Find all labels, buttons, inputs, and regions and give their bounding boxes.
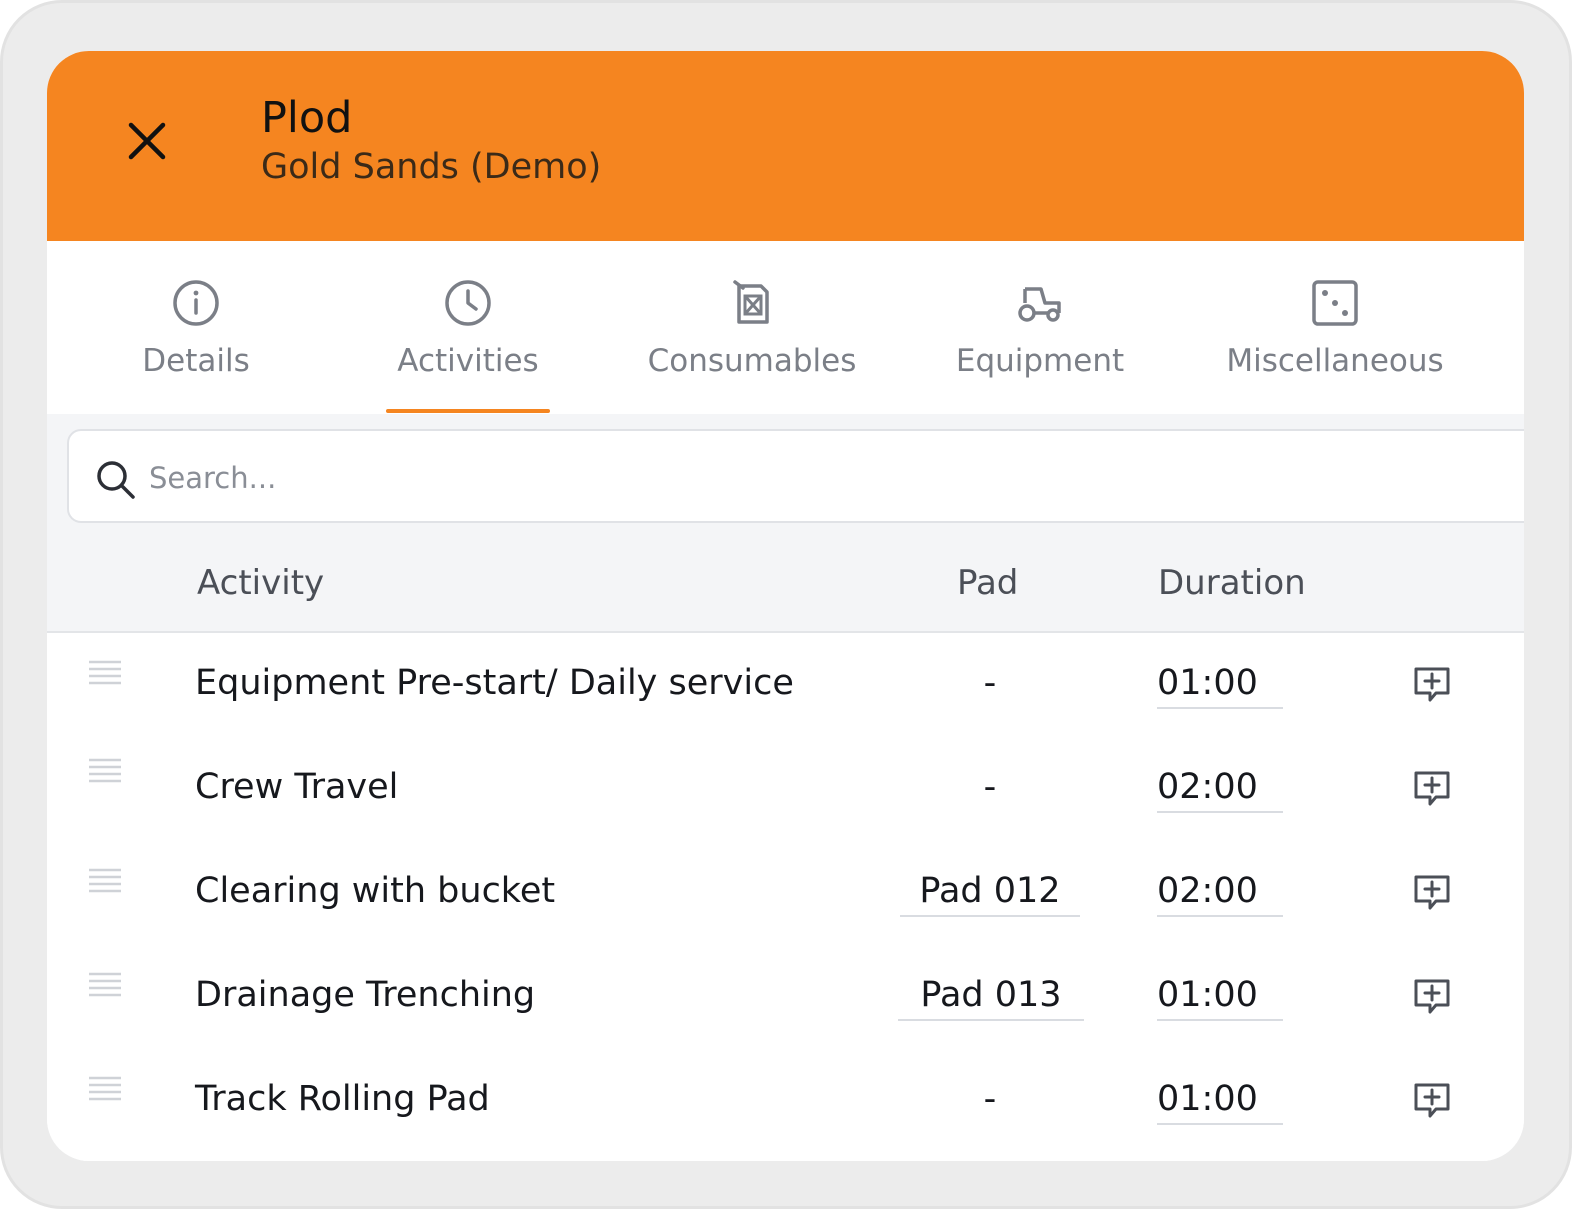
search-input[interactable] (147, 449, 1451, 507)
column-header-pad[interactable]: Pad (957, 563, 1018, 603)
search-icon (97, 461, 135, 499)
info-icon (171, 277, 221, 329)
drag-handle-icon[interactable] (87, 1075, 123, 1101)
app-header: Plod Gold Sands (Demo) (47, 51, 1524, 241)
page-title: Plod (261, 93, 353, 143)
table-header: Activity Pad Duration (47, 537, 1524, 633)
tab-label: Miscellaneous (1226, 343, 1444, 379)
activity-name: Equipment Pre-start/ Daily service (195, 663, 794, 703)
activities-panel: Activity Pad Duration Equipment Pre-star… (47, 414, 1524, 1161)
table-row[interactable]: Crew Travel - 02:00 (47, 737, 1524, 841)
duration-field[interactable]: 02:00 (1157, 767, 1283, 813)
app-screen: Plod Gold Sands (Demo) Details Activitie… (47, 51, 1524, 1161)
pad-value: - (983, 1079, 997, 1119)
add-comment-icon[interactable] (1412, 873, 1452, 913)
tab-details[interactable]: Details (131, 241, 261, 414)
drag-handle-icon[interactable] (87, 867, 123, 893)
clock-icon (443, 277, 493, 329)
pad-field[interactable]: Pad 012 (900, 871, 1080, 917)
pad-value: - (983, 767, 997, 807)
drag-handle-icon[interactable] (87, 757, 123, 783)
activity-name: Crew Travel (195, 767, 399, 807)
duration-field[interactable]: 02:00 (1157, 871, 1283, 917)
activity-name: Drainage Trenching (195, 975, 536, 1015)
add-comment-icon[interactable] (1412, 977, 1452, 1017)
close-icon (128, 122, 166, 160)
add-comment-icon[interactable] (1412, 1081, 1452, 1121)
table-row[interactable]: Equipment Pre-start/ Daily service - 01:… (47, 633, 1524, 737)
active-tab-indicator (386, 409, 550, 413)
pad-field[interactable]: Pad 013 (898, 975, 1084, 1021)
dice-icon (1310, 277, 1360, 329)
close-button[interactable] (121, 115, 173, 167)
pad-value: - (983, 663, 997, 703)
tractor-icon (1015, 277, 1065, 329)
table-row[interactable]: Track Rolling Pad - 01:00 (47, 1049, 1524, 1153)
drag-handle-icon[interactable] (87, 659, 123, 685)
activity-name: Track Rolling Pad (195, 1079, 490, 1119)
duration-field[interactable]: 01:00 (1157, 663, 1283, 709)
tab-equipment[interactable]: Equipment (951, 241, 1129, 414)
tab-label: Activities (397, 343, 539, 379)
table-row[interactable]: Drainage Trenching Pad 013 01:00 (47, 945, 1524, 1049)
duration-field[interactable]: 01:00 (1157, 1079, 1283, 1125)
column-header-activity[interactable]: Activity (197, 563, 324, 603)
tab-activities[interactable]: Activities (386, 241, 550, 414)
fuel-can-icon (729, 277, 775, 329)
add-comment-icon[interactable] (1412, 665, 1452, 705)
table-row[interactable]: Clearing with bucket Pad 012 02:00 (47, 841, 1524, 945)
activity-list: Equipment Pre-start/ Daily service - 01:… (47, 633, 1524, 1161)
activity-name: Clearing with bucket (195, 871, 556, 911)
tab-label: Consumables (647, 343, 857, 379)
tab-bar: Details Activities Consumables Equipment… (47, 241, 1524, 414)
tab-consumables[interactable]: Consumables (641, 241, 863, 414)
drag-handle-icon[interactable] (87, 971, 123, 997)
add-comment-icon[interactable] (1412, 769, 1452, 809)
duration-field[interactable]: 01:00 (1157, 975, 1283, 1021)
column-header-duration[interactable]: Duration (1158, 563, 1306, 603)
device-frame: Plod Gold Sands (Demo) Details Activitie… (0, 0, 1572, 1209)
page-subtitle: Gold Sands (Demo) (261, 147, 602, 187)
tab-label: Details (142, 343, 250, 379)
tab-miscellaneous[interactable]: Miscellaneous (1219, 241, 1451, 414)
tab-label: Equipment (955, 343, 1125, 379)
search-box (67, 429, 1524, 523)
